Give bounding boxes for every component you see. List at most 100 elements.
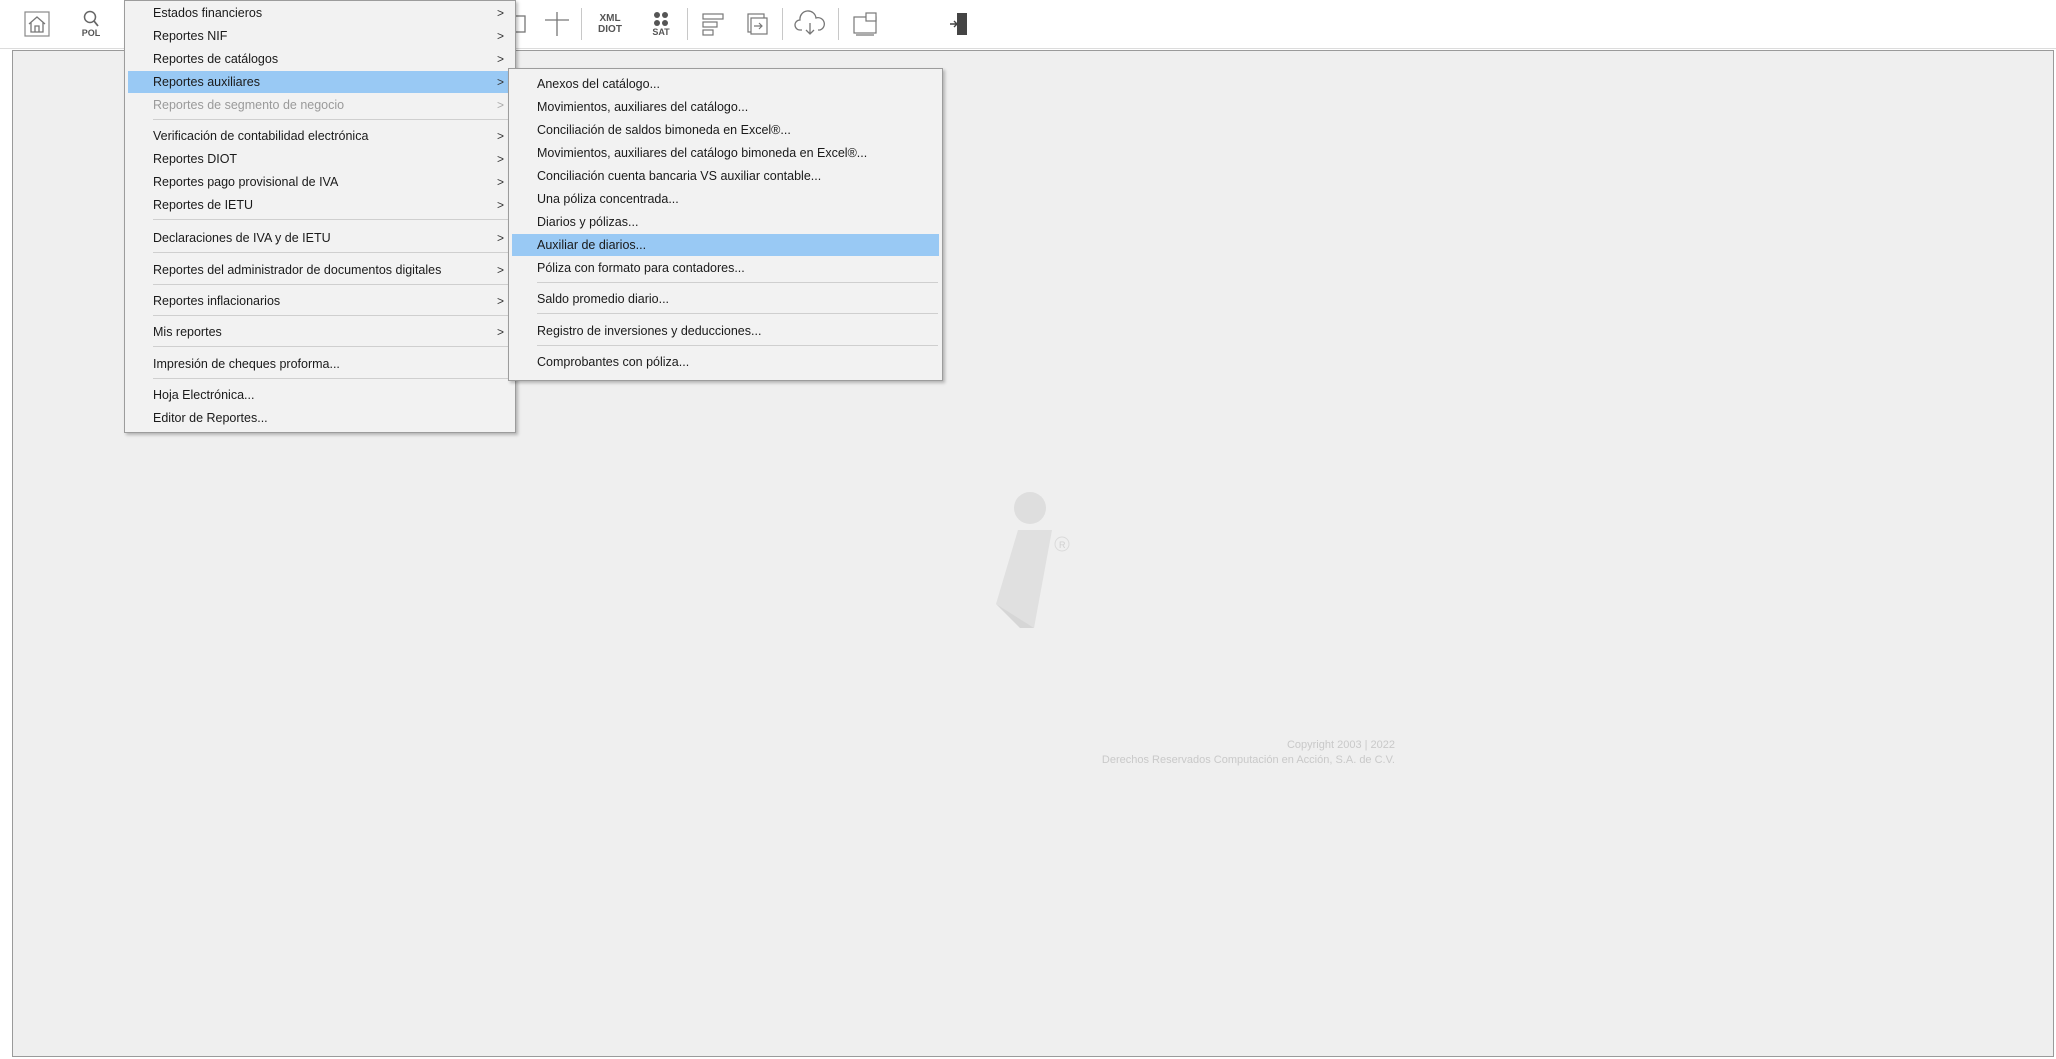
chevron-right-icon: >	[496, 98, 504, 112]
xml-diot-button[interactable]: XML DIOT	[592, 6, 628, 42]
menu-item-label: Comprobantes con póliza...	[537, 355, 690, 369]
menu-item-reportes-pago-iva[interactable]: Reportes pago provisional de IVA >	[128, 171, 512, 193]
submenu-item-poliza-concentrada[interactable]: Una póliza concentrada...	[512, 188, 939, 210]
menu-item-label: Reportes de catálogos	[153, 52, 279, 66]
menu-item-label: Reportes inflacionarios	[153, 294, 281, 308]
chevron-right-icon: >	[496, 263, 504, 277]
reports-menu: Estados financieros > Reportes NIF > Rep…	[124, 0, 516, 433]
menu-item-mis-reportes[interactable]: Mis reportes >	[128, 321, 512, 343]
cloud-download-button[interactable]	[792, 6, 828, 42]
menu-item-label: Registro de inversiones y deducciones...	[537, 324, 762, 338]
menu-separator	[153, 219, 511, 220]
xml-label: XML	[599, 13, 621, 24]
submenu-item-movimientos-auxiliares[interactable]: Movimientos, auxiliares del catálogo...	[512, 96, 939, 118]
menu-item-estados-financieros[interactable]: Estados financieros >	[128, 2, 512, 24]
bars-icon	[702, 13, 724, 36]
search-pol-button[interactable]: POL	[74, 6, 108, 42]
export-icon	[747, 13, 768, 35]
home-button[interactable]	[20, 6, 54, 42]
menu-item-label: Declaraciones de IVA y de IETU	[153, 231, 331, 245]
axis-icon	[545, 12, 569, 36]
menu-item-label: Conciliación cuenta bancaria VS auxiliar…	[537, 169, 822, 183]
submenu-item-diarios-polizas[interactable]: Diarios y pólizas...	[512, 211, 939, 233]
export-button[interactable]	[742, 6, 772, 42]
chevron-right-icon: >	[496, 6, 504, 20]
menu-item-reportes-catalogos[interactable]: Reportes de catálogos >	[128, 48, 512, 70]
menu-item-reportes-ietu[interactable]: Reportes de IETU >	[128, 194, 512, 216]
sat-label: SAT	[652, 27, 670, 37]
menu-item-label: Reportes de segmento de negocio	[153, 98, 345, 112]
presentation-button[interactable]	[850, 6, 882, 42]
menu-item-label: Reportes pago provisional de IVA	[153, 175, 339, 189]
menu-separator	[153, 284, 511, 285]
home-icon	[24, 11, 50, 37]
menu-item-impresion-cheques[interactable]: Impresión de cheques proforma...	[128, 353, 512, 375]
exit-button[interactable]	[944, 6, 974, 42]
grid-button[interactable]	[542, 6, 572, 42]
copyright-year: Copyright 2003 | 2022	[1286, 739, 1395, 751]
menu-item-label: Anexos del catálogo...	[537, 77, 660, 91]
presentation-icon	[853, 12, 877, 36]
application-window: POL XML DIOT SAT R Copyright 2003 | 2022…	[0, 0, 2056, 1059]
submenu-item-poliza-contadores[interactable]: Póliza con formato para contadores...	[512, 257, 939, 279]
toolbar-separator	[687, 8, 688, 40]
pol-label: POL	[81, 28, 101, 38]
toolbar-separator	[782, 8, 783, 40]
submenu-item-saldo-promedio[interactable]: Saldo promedio diario...	[512, 288, 939, 310]
chevron-right-icon: >	[496, 52, 504, 66]
svg-text:R: R	[1059, 540, 1066, 550]
menu-item-reportes-nif[interactable]: Reportes NIF >	[128, 25, 512, 47]
menu-item-label: Movimientos, auxiliares del catálogo...	[537, 100, 749, 114]
sat-button[interactable]: SAT	[646, 6, 676, 42]
submenu-item-conciliacion-saldos-excel[interactable]: Conciliación de saldos bimoneda en Excel…	[512, 119, 939, 141]
menu-item-label: Estados financieros	[153, 6, 263, 20]
sat-icon	[654, 12, 668, 26]
submenu-item-conciliacion-bancaria[interactable]: Conciliación cuenta bancaria VS auxiliar…	[512, 165, 939, 187]
menu-item-label: Verificación de contabilidad electrónica	[153, 129, 369, 143]
menu-item-label: Saldo promedio diario...	[537, 292, 670, 306]
chevron-right-icon: >	[496, 75, 504, 89]
menu-item-label: Póliza con formato para contadores...	[537, 261, 745, 275]
menu-item-label: Editor de Reportes...	[153, 411, 268, 425]
menu-item-label: Diarios y pólizas...	[537, 215, 639, 229]
menu-item-label: Conciliación de saldos bimoneda en Excel…	[537, 123, 791, 137]
report-list-button[interactable]	[698, 6, 728, 42]
exit-door-icon	[950, 13, 967, 35]
menu-separator	[153, 119, 511, 120]
copyright-notice: Copyright 2003 | 2022 Derechos Reservado…	[940, 738, 1395, 768]
menu-item-label: Reportes de IETU	[153, 198, 254, 212]
menu-separator	[537, 345, 938, 346]
menu-item-declaraciones-iva-ietu[interactable]: Declaraciones de IVA y de IETU >	[128, 227, 512, 249]
toolbar-separator	[581, 8, 582, 40]
chevron-right-icon: >	[496, 198, 504, 212]
menu-item-reportes-diot[interactable]: Reportes DIOT >	[128, 148, 512, 170]
copyright-owner: Derechos Reservados Computación en Acció…	[1101, 754, 1395, 766]
chevron-right-icon: >	[496, 231, 504, 245]
menu-item-label: Reportes DIOT	[153, 152, 238, 166]
submenu-item-anexos-catalogo[interactable]: Anexos del catálogo...	[512, 73, 939, 95]
diot-label: DIOT	[598, 24, 622, 35]
menu-item-label: Reportes NIF	[153, 29, 228, 43]
submenu-item-registro-inversiones[interactable]: Registro de inversiones y deducciones...	[512, 320, 939, 342]
submenu-item-auxiliar-diarios[interactable]: Auxiliar de diarios...	[512, 234, 939, 256]
menu-item-verificacion-contabilidad[interactable]: Verificación de contabilidad electrónica…	[128, 125, 512, 147]
chevron-right-icon: >	[496, 294, 504, 308]
menu-item-label: Movimientos, auxiliares del catálogo bim…	[537, 146, 868, 160]
auxiliary-reports-submenu: Anexos del catálogo... Movimientos, auxi…	[508, 68, 943, 381]
menu-item-reportes-segmento-negocio: Reportes de segmento de negocio >	[128, 94, 512, 116]
menu-item-label: Hoja Electrónica...	[153, 388, 255, 402]
menu-item-editor-reportes[interactable]: Editor de Reportes...	[128, 407, 512, 429]
chevron-right-icon: >	[496, 325, 504, 339]
chevron-right-icon: >	[496, 152, 504, 166]
submenu-item-movimientos-bimoneda-excel[interactable]: Movimientos, auxiliares del catálogo bim…	[512, 142, 939, 164]
menu-item-label: Reportes del administrador de documentos…	[153, 263, 442, 277]
menu-item-label: Una póliza concentrada...	[537, 192, 679, 206]
submenu-item-comprobantes-poliza[interactable]: Comprobantes con póliza...	[512, 351, 939, 373]
menu-item-reportes-auxiliares[interactable]: Reportes auxiliares >	[128, 71, 512, 93]
search-icon	[83, 10, 99, 27]
menu-separator	[537, 313, 938, 314]
chevron-right-icon: >	[496, 29, 504, 43]
menu-item-reportes-inflacionarios[interactable]: Reportes inflacionarios >	[128, 290, 512, 312]
menu-item-hoja-electronica[interactable]: Hoja Electrónica...	[128, 384, 512, 406]
menu-item-reportes-admin-documentos[interactable]: Reportes del administrador de documentos…	[128, 259, 512, 281]
